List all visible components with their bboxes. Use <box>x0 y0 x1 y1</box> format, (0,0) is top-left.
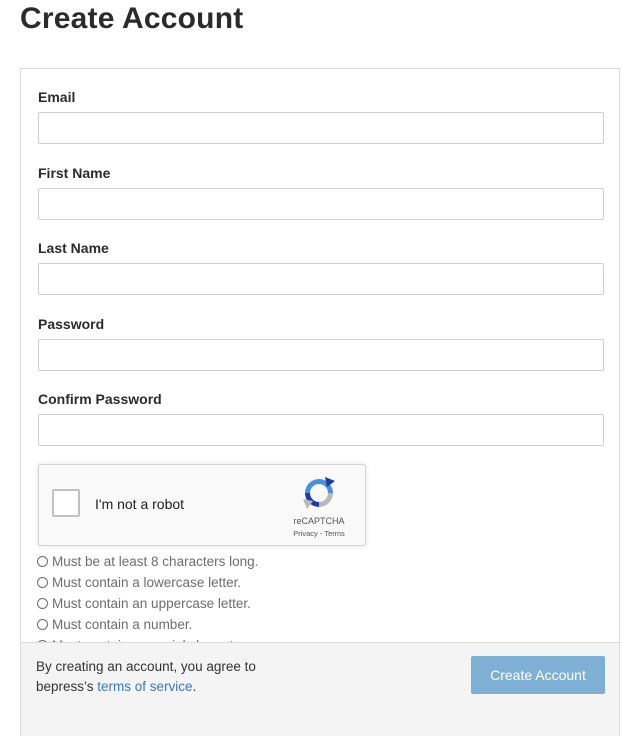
circle-icon <box>37 619 48 630</box>
email-field[interactable] <box>38 112 604 144</box>
first-name-field[interactable] <box>38 188 604 220</box>
last-name-field[interactable] <box>38 263 604 295</box>
recaptcha-brand: reCAPTCHA <box>293 516 345 526</box>
circle-icon <box>37 577 48 588</box>
requirement-item: Must contain an uppercase letter. <box>37 593 258 614</box>
circle-icon <box>37 556 48 567</box>
create-account-button[interactable]: Create Account <box>471 656 605 694</box>
requirement-item: Must contain a number. <box>37 614 258 635</box>
requirement-item: Must be at least 8 characters long. <box>37 551 258 572</box>
recaptcha-privacy-terms-links[interactable]: Privacy - Terms <box>277 529 361 538</box>
password-requirements: Must be at least 8 characters long. Must… <box>37 551 258 656</box>
circle-icon <box>37 598 48 609</box>
terms-agreement-text: By creating an account, you agree to bep… <box>36 659 256 694</box>
recaptcha-checkbox[interactable] <box>52 489 80 517</box>
recaptcha-label: I'm not a robot <box>95 496 185 512</box>
page-title: Create Account <box>20 2 244 35</box>
terms-of-service-link[interactable]: terms of service <box>97 679 192 694</box>
create-account-page: Create Account Email First Name Last Nam… <box>0 0 622 736</box>
confirm-password-field[interactable] <box>38 414 604 446</box>
recaptcha-widget: I'm not a robot reCAPTCHA Privacy - Term… <box>38 464 366 546</box>
create-account-form: Email First Name Last Name Password Conf… <box>20 68 620 736</box>
password-label: Password <box>38 316 105 332</box>
recaptcha-logo-icon <box>303 477 335 509</box>
email-label: Email <box>38 89 76 105</box>
confirm-password-label: Confirm Password <box>38 391 162 407</box>
first-name-label: First Name <box>38 165 111 181</box>
password-field[interactable] <box>38 339 604 371</box>
last-name-label: Last Name <box>38 240 109 256</box>
form-footer: By creating an account, you agree to bep… <box>21 642 619 736</box>
requirement-item: Must contain a lowercase letter. <box>37 572 258 593</box>
